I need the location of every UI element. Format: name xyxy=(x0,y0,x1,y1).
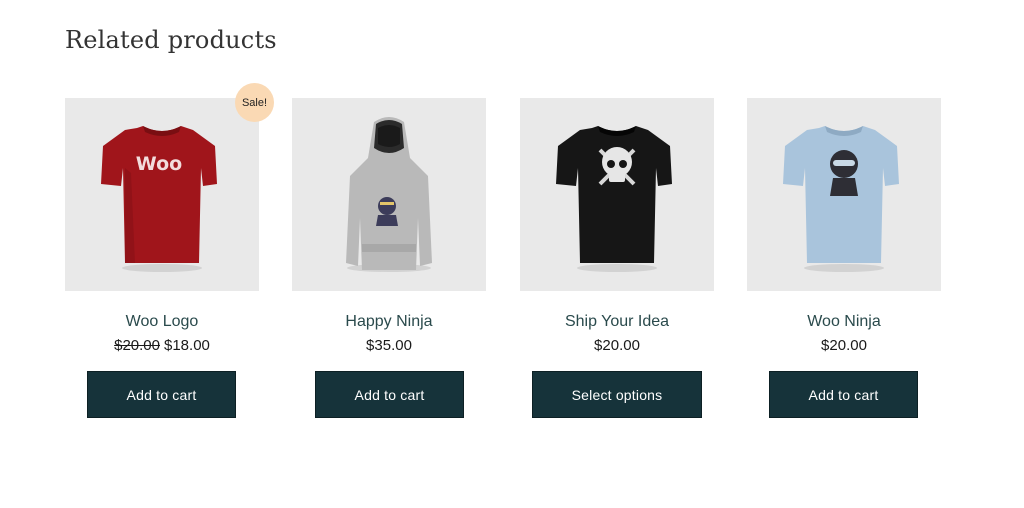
product-card: Ship Your Idea $20.00 xyxy=(520,98,714,355)
regular-price: $20.00 xyxy=(114,337,160,354)
section-title: Related products xyxy=(65,26,277,54)
red-tshirt-woo-logo-icon: Woo xyxy=(101,126,217,272)
product-title[interactable]: Woo Ninja xyxy=(747,312,941,332)
add-to-cart-button[interactable]: Add to cart xyxy=(315,371,464,418)
product-card: Woo Sale! Woo Logo $20.00 $18.00 xyxy=(65,83,274,355)
product-title[interactable]: Happy Ninja xyxy=(292,312,486,332)
product-title[interactable]: Ship Your Idea xyxy=(520,312,714,332)
product-price: $20.00 xyxy=(594,337,640,354)
product-card: Happy Ninja $35.00 xyxy=(292,98,486,355)
select-options-button[interactable]: Select options xyxy=(532,371,702,418)
product-price: $20.00 $18.00 xyxy=(65,337,259,355)
add-to-cart-button[interactable]: Add to cart xyxy=(769,371,918,418)
add-to-cart-button[interactable]: Add to cart xyxy=(87,371,236,418)
svg-text:Woo: Woo xyxy=(136,153,182,175)
product-image-link[interactable]: Woo Sale! xyxy=(65,83,274,291)
product-price: $35.00 xyxy=(366,337,412,354)
black-tshirt-skull-icon xyxy=(556,126,672,272)
product-card: Woo Ninja $20.00 xyxy=(747,98,941,355)
sale-price: $18.00 xyxy=(164,337,210,354)
sale-badge: Sale! xyxy=(235,83,274,122)
lightblue-tshirt-ninja-icon xyxy=(783,126,899,272)
product-image-link[interactable] xyxy=(747,98,941,291)
product-image-link[interactable] xyxy=(520,98,714,291)
gray-hoodie-ninja-icon xyxy=(346,117,432,272)
product-image-link[interactable] xyxy=(292,98,486,291)
product-title[interactable]: Woo Logo xyxy=(65,312,259,332)
product-price: $20.00 xyxy=(821,337,867,354)
